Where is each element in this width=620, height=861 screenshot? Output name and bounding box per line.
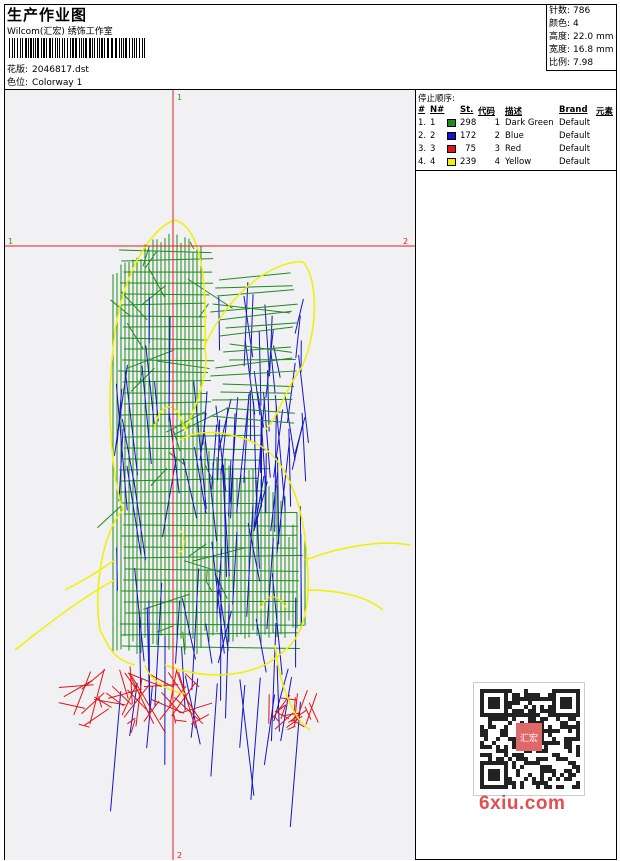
spec-ratio: 比例: 7.98 <box>549 58 594 68</box>
col-code: 代码 <box>478 107 496 117</box>
row-code: 1 <box>494 118 500 128</box>
col-st: St. <box>460 105 474 115</box>
col-desc: 描述 <box>505 107 523 117</box>
sheet-header: 生产作业图 Wilcom(汇宏) 绣饰工作室 花版: 2046817.dst 色位… <box>5 5 616 90</box>
colorway-value: Colorway 1 <box>32 78 83 88</box>
watermark-site: 6xiu.com <box>479 793 566 814</box>
spec-width: 宽度: 16.8 mm <box>549 45 614 55</box>
legend-title: 停止顺序: <box>418 94 455 104</box>
guide-v-bottom-label: 2 <box>177 851 182 860</box>
qr-code: 汇宏 <box>473 682 585 796</box>
color-swatch <box>447 119 456 127</box>
spec-colors: 颜色: 4 <box>549 19 579 29</box>
colorway-line: 色位: Colorway 1 <box>7 75 82 88</box>
design-file-value: 2046817.dst <box>32 65 89 75</box>
col-element: 元素 <box>596 107 614 117</box>
row-index: 1. <box>418 118 427 128</box>
stitch-layer <box>14 219 411 827</box>
row-needle: 1 <box>430 118 436 128</box>
company-name: Wilcom(汇宏) 绣饰工作室 <box>7 27 113 37</box>
row-stitches: 298 <box>460 118 477 128</box>
color-swatch <box>447 145 456 153</box>
colorway-label: 色位: <box>7 78 29 88</box>
row-code: 3 <box>494 144 500 154</box>
specs-box: 针数: 786 颜色: 4 高度: 22.0 mm 宽度: 16.8 mm 比例: 7.9… <box>546 5 616 71</box>
row-stitches: 239 <box>460 157 477 167</box>
row-description: Yellow <box>505 157 532 167</box>
col-brand: Brand <box>559 105 588 115</box>
row-stitches: 172 <box>460 131 477 141</box>
design-file-label: 花版: <box>7 65 29 75</box>
row-brand: Default <box>559 144 591 154</box>
row-brand: Default <box>559 157 591 167</box>
production-sheet: 生产作业图 Wilcom(汇宏) 绣饰工作室 花版: 2046817.dst 色位… <box>4 4 617 860</box>
row-index: 4. <box>418 157 427 167</box>
barcode <box>9 38 145 58</box>
stop-sequence-legend: 停止顺序: # N# St. 代码 描述 Brand 元素 1. 1 298 1 Dar… <box>416 90 616 171</box>
row-description: Red <box>505 144 522 154</box>
legend-row: 4. 4 239 4 Yellow Default <box>416 157 616 170</box>
legend-row: 1. 1 298 1 Dark Green Default <box>416 118 616 131</box>
row-code: 2 <box>494 131 500 141</box>
embroidery-design: 1 2 1 2 <box>5 90 415 860</box>
legend-row: 3. 3 75 3 Red Default <box>416 144 616 157</box>
row-code: 4 <box>494 157 500 167</box>
row-needle: 3 <box>430 144 436 154</box>
row-index: 2. <box>418 131 427 141</box>
row-description: Dark Green <box>505 118 554 128</box>
spec-height: 高度: 22.0 mm <box>549 32 614 42</box>
guide-h-right-label: 2 <box>403 237 408 246</box>
col-num: N# <box>430 105 445 115</box>
row-description: Blue <box>505 131 524 141</box>
spec-stitches: 针数: 786 <box>549 6 591 16</box>
page-title: 生产作业图 <box>7 6 88 24</box>
row-brand: Default <box>559 131 591 141</box>
row-needle: 4 <box>430 157 436 167</box>
row-index: 3. <box>418 144 427 154</box>
design-file-line: 花版: 2046817.dst <box>7 62 89 75</box>
design-preview: 1 2 1 2 <box>5 90 416 860</box>
guide-v-top-label: 1 <box>177 93 182 102</box>
row-stitches: 75 <box>465 144 476 154</box>
row-needle: 2 <box>430 131 436 141</box>
row-brand: Default <box>559 118 591 128</box>
col-hash: # <box>418 105 426 115</box>
legend-row: 2. 2 172 2 Blue Default <box>416 131 616 144</box>
watermark-stamp: 汇宏 <box>520 732 538 744</box>
color-swatch <box>447 158 456 166</box>
color-swatch <box>447 132 456 140</box>
guide-h-left-label: 1 <box>8 237 13 246</box>
qr-code-image: 汇宏 <box>480 689 580 789</box>
